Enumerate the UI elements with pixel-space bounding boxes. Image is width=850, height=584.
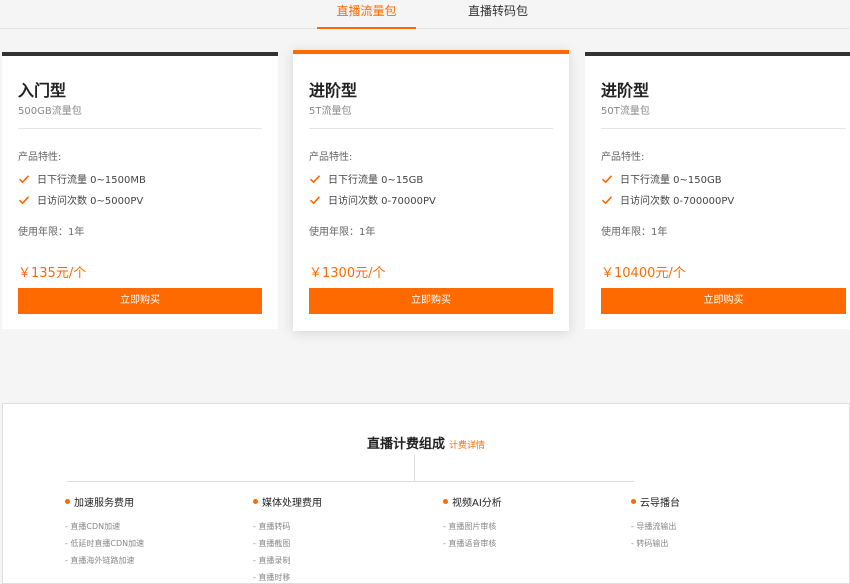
dot-icon	[443, 499, 448, 504]
buy-now-button[interactable]: 立即购买	[309, 288, 553, 314]
card-divider	[309, 128, 553, 129]
buy-now-button[interactable]: 立即购买	[18, 288, 262, 314]
tab-live-transcode[interactable]: 直播转码包	[452, 0, 544, 29]
check-icon	[309, 174, 321, 183]
card-title: 进阶型	[601, 81, 650, 100]
billing-details-link[interactable]: 计费详情	[449, 441, 485, 451]
term-text: 使用年限：1年	[601, 227, 668, 238]
dot-icon	[253, 499, 258, 504]
feature-text: 日访问次数 0~5000PV	[37, 196, 144, 207]
list-item: - 直播海外链路加速	[65, 556, 135, 565]
list-item: - 直播图片审核	[443, 522, 497, 531]
feature-item: 日访问次数 0~5000PV	[18, 192, 143, 207]
list-item: - 低延时直播CDN加速	[65, 539, 145, 548]
feature-text: 日下行流量 0~150GB	[620, 175, 722, 186]
list-item: - 直播截图	[253, 539, 291, 548]
feature-item: 日下行流量 0~150GB	[601, 171, 722, 186]
check-icon	[18, 174, 30, 183]
feature-text: 日访问次数 0-700000PV	[620, 196, 735, 207]
buy-now-button[interactable]: 立即购买	[601, 288, 846, 314]
billing-column-media-processing: 媒体处理费用 - 直播转码 - 直播截图 - 直播录制 - 直播时移	[253, 494, 322, 584]
column-heading: 视频AI分析	[443, 494, 502, 509]
list-item: - 转码输出	[631, 539, 669, 548]
tree-connector-horizontal	[67, 481, 634, 482]
list-item: - 直播时移	[253, 573, 291, 582]
check-icon	[309, 195, 321, 204]
price: ￥10400元/个	[601, 266, 686, 281]
list-item: - 直播语音审核	[443, 539, 497, 548]
card-subtitle: 5T流量包	[309, 106, 352, 117]
term-text: 使用年限：1年	[18, 227, 85, 238]
card-title: 入门型	[18, 81, 67, 100]
column-heading: 媒体处理费用	[253, 494, 322, 509]
feature-text: 日下行流量 0~15GB	[328, 175, 424, 186]
billing-column-acceleration: 加速服务费用 - 直播CDN加速 - 低延时直播CDN加速 - 直播海外链路加速	[65, 494, 144, 569]
term-text: 使用年限：1年	[309, 227, 376, 238]
feature-item: 日访问次数 0-700000PV	[601, 192, 734, 207]
dot-icon	[65, 499, 70, 504]
features-label: 产品特性:	[18, 152, 62, 163]
feature-text: 日下行流量 0~1500MB	[37, 175, 146, 186]
column-heading: 云导播台	[631, 494, 680, 509]
column-heading: 加速服务费用	[65, 494, 144, 509]
feature-item: 日访问次数 0-70000PV	[309, 192, 436, 207]
features-label: 产品特性:	[601, 152, 645, 163]
list-item: - 直播CDN加速	[65, 522, 121, 531]
package-card-advanced-50t: 进阶型 50T流量包 产品特性: 日下行流量 0~150GB 日访问次数 0-7…	[585, 52, 850, 329]
list-item: - 直播录制	[253, 556, 291, 565]
tab-live-traffic[interactable]: 直播流量包	[317, 0, 416, 29]
billing-title: 直播计费组成	[366, 437, 445, 452]
billing-composition-panel: 直播计费组成 计费详情 加速服务费用 - 直播CDN加速 - 低延时直播CDN加速…	[2, 403, 850, 584]
features-label: 产品特性:	[309, 152, 353, 163]
dot-icon	[631, 499, 636, 504]
list-item: - 直播转码	[253, 522, 291, 531]
column-title: 媒体处理费用	[262, 498, 322, 509]
feature-item: 日下行流量 0~15GB	[309, 171, 423, 186]
column-title: 加速服务费用	[74, 498, 134, 509]
list-item: - 导播流输出	[631, 522, 677, 531]
check-icon	[601, 174, 613, 183]
card-subtitle: 50T流量包	[601, 106, 650, 117]
billing-header: 直播计费组成 计费详情	[3, 433, 849, 452]
price: ￥135元/个	[18, 266, 87, 281]
column-title: 视频AI分析	[452, 498, 502, 509]
column-title: 云导播台	[640, 498, 680, 509]
billing-column-cloud-director: 云导播台 - 导播流输出 - 转码输出	[631, 494, 680, 552]
price: ￥1300元/个	[309, 266, 386, 281]
card-divider	[601, 128, 846, 129]
tree-connector-vertical	[414, 454, 415, 481]
check-icon	[18, 195, 30, 204]
package-card-advanced-5t: 进阶型 5T流量包 产品特性: 日下行流量 0~15GB 日访问次数 0-700…	[293, 50, 569, 331]
check-icon	[601, 195, 613, 204]
card-divider	[18, 128, 262, 129]
card-title: 进阶型	[309, 81, 358, 100]
package-tabs: 直播流量包 直播转码包	[0, 0, 850, 29]
card-subtitle: 500GB流量包	[18, 106, 82, 117]
billing-column-video-ai: 视频AI分析 - 直播图片审核 - 直播语音审核	[443, 494, 502, 552]
feature-item: 日下行流量 0~1500MB	[18, 171, 146, 186]
package-card-starter: 入门型 500GB流量包 产品特性: 日下行流量 0~1500MB 日访问次数 …	[2, 52, 278, 329]
feature-text: 日访问次数 0-70000PV	[328, 196, 436, 207]
